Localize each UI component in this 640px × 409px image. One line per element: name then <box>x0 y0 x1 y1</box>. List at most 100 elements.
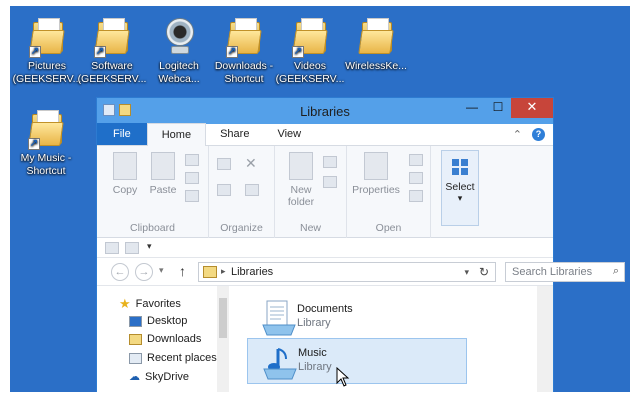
content-scrollbar[interactable] <box>537 286 553 392</box>
shortcut-arrow-icon: ↗ <box>292 46 304 58</box>
move-to-icon[interactable] <box>217 158 231 170</box>
new-folder-icon <box>289 152 313 180</box>
select-button[interactable]: Select ▾ <box>441 150 479 226</box>
open-icon[interactable] <box>409 154 423 166</box>
open-group-label: Open <box>375 222 402 234</box>
minimize-button[interactable]: — <box>459 98 485 118</box>
nav-downloads-label: Downloads <box>147 333 202 345</box>
webcam-icon <box>159 16 199 58</box>
music-library-icon <box>262 343 298 381</box>
qat-properties-icon[interactable] <box>105 242 119 254</box>
libraries-icon <box>203 266 217 278</box>
qat-new-folder-icon[interactable] <box>125 242 139 254</box>
easy-access-icon[interactable] <box>323 176 337 188</box>
desktop-icon-logitech-webcam[interactable]: Logitech Webca... <box>143 16 215 86</box>
properties-label: Properties <box>352 184 400 196</box>
nav-favorites-label: Favorites <box>135 298 181 310</box>
qat-customize-icon[interactable]: ▾ <box>147 241 152 252</box>
collapse-ribbon-icon[interactable]: ⌃ <box>513 128 522 141</box>
desktop: ↗ Pictures (GEEKSERV... ↗ Software (GEEK… <box>10 6 630 392</box>
address-bar[interactable]: ▸ Libraries ▾ ↻ <box>198 262 496 282</box>
search-placeholder: Search Libraries <box>512 266 593 278</box>
new-item-icon[interactable] <box>323 156 337 168</box>
library-type: Library <box>297 317 331 329</box>
tab-view[interactable]: View <box>263 123 315 145</box>
select-dropdown-icon: ▾ <box>457 193 463 203</box>
title-bar[interactable]: Libraries — ☐ ✕ <box>97 98 553 124</box>
edit-icon[interactable] <box>409 172 423 184</box>
organize-group-label: Organize <box>220 222 263 234</box>
close-button[interactable]: ✕ <box>511 98 553 118</box>
shortcut-arrow-icon: ↗ <box>29 46 41 58</box>
nav-downloads[interactable]: Downloads <box>129 333 201 345</box>
desktop-icon-videos[interactable]: ↗ Videos (GEEKSERV... <box>274 16 346 86</box>
library-name: Documents <box>297 303 353 315</box>
folder-icon: ↗ <box>92 16 132 58</box>
search-input[interactable]: Search Libraries ⌕ <box>505 262 625 282</box>
copy-button[interactable]: Copy <box>105 152 145 196</box>
desktop-icon-label: Shortcut <box>224 73 264 85</box>
nav-favorites[interactable]: ★ Favorites <box>119 296 181 312</box>
recent-places-icon <box>129 352 142 364</box>
ribbon: Copy Paste Clipboard ✕ Organize New fold… <box>97 146 553 238</box>
search-icon[interactable]: ⌕ <box>613 265 619 278</box>
library-item-documents[interactable]: Documents Library <box>247 295 467 341</box>
paste-button[interactable]: Paste <box>143 152 183 196</box>
help-icon[interactable]: ? <box>532 128 545 141</box>
desktop-icon-wirelesskey[interactable]: WirelessKe... <box>340 16 412 73</box>
breadcrumb-libraries[interactable]: Libraries <box>231 266 273 278</box>
cloud-icon: ☁ <box>129 371 140 383</box>
delete-icon[interactable]: ✕ <box>245 156 259 170</box>
new-folder-label-2: folder <box>287 196 315 208</box>
shortcut-arrow-icon: ↗ <box>28 138 40 150</box>
select-label: Select <box>445 181 475 193</box>
refresh-icon[interactable]: ↻ <box>479 265 489 279</box>
back-button[interactable]: ← <box>111 263 129 281</box>
mouse-pointer-icon <box>336 367 350 387</box>
properties-button[interactable]: Properties <box>351 152 401 196</box>
desktop-icon-label: Logitech <box>159 60 199 72</box>
address-history-icon[interactable]: ▾ <box>464 267 469 278</box>
nav-scroll-thumb[interactable] <box>219 298 227 338</box>
address-row: ← → ▾ ↑ ▸ Libraries ▾ ↻ Search Libraries… <box>97 258 625 286</box>
shortcut-arrow-icon: ↗ <box>226 46 238 58</box>
desktop-icon-my-music-shortcut[interactable]: ↗ My Music - Shortcut <box>10 108 82 178</box>
desktop-icon-label: (GEEKSERV... <box>12 73 82 85</box>
nav-desktop[interactable]: Desktop <box>129 315 187 327</box>
recent-locations-icon[interactable]: ▾ <box>159 265 164 276</box>
rename-icon[interactable] <box>245 184 259 196</box>
ribbon-group-new: New folder New <box>275 146 347 238</box>
desktop-icon-downloads-shortcut[interactable]: ↗ Downloads - Shortcut <box>208 16 280 86</box>
paste-shortcut-icon[interactable] <box>185 190 199 202</box>
nav-pane-scrollbar[interactable] <box>217 286 229 392</box>
forward-button[interactable]: → <box>135 263 153 281</box>
desktop-icon-label: Videos <box>294 60 326 72</box>
copy-to-icon[interactable] <box>217 184 231 196</box>
ribbon-tabs: File Home Share View ⌃ ? <box>97 123 553 146</box>
explorer-window: Libraries — ☐ ✕ File Home Share View ⌃ ?… <box>96 97 625 392</box>
history-icon[interactable] <box>409 190 423 202</box>
desktop-icon-label: Pictures <box>28 60 66 72</box>
desktop-icon-label: Webca... <box>158 73 200 85</box>
star-icon: ★ <box>119 296 131 311</box>
copy-path-icon[interactable] <box>185 172 199 184</box>
desktop-icon-software[interactable]: ↗ Software (GEEKSERV... <box>76 16 148 86</box>
library-type: Library <box>298 361 332 373</box>
breadcrumb-separator-icon[interactable]: ▸ <box>221 266 226 277</box>
desktop-icon-pictures[interactable]: ↗ Pictures (GEEKSERV... <box>11 16 83 86</box>
library-item-music[interactable]: Music Library <box>247 338 467 384</box>
tab-share[interactable]: Share <box>206 123 263 145</box>
nav-recent-places[interactable]: Recent places <box>129 352 217 364</box>
new-folder-button[interactable]: New folder <box>281 152 321 208</box>
desktop-icon-label: Downloads - <box>214 60 274 72</box>
maximize-button[interactable]: ☐ <box>485 98 511 118</box>
shortcut-arrow-icon: ↗ <box>94 46 106 58</box>
desktop-icon <box>129 315 142 327</box>
cut-icon[interactable] <box>185 154 199 166</box>
nav-skydrive[interactable]: ☁ SkyDrive <box>129 370 189 384</box>
ribbon-group-open: Properties Open <box>347 146 431 238</box>
desktop-icon-label: Shortcut <box>26 165 66 177</box>
up-button[interactable]: ↑ <box>179 263 186 279</box>
tab-file[interactable]: File <box>97 123 147 145</box>
tab-home[interactable]: Home <box>146 123 207 146</box>
